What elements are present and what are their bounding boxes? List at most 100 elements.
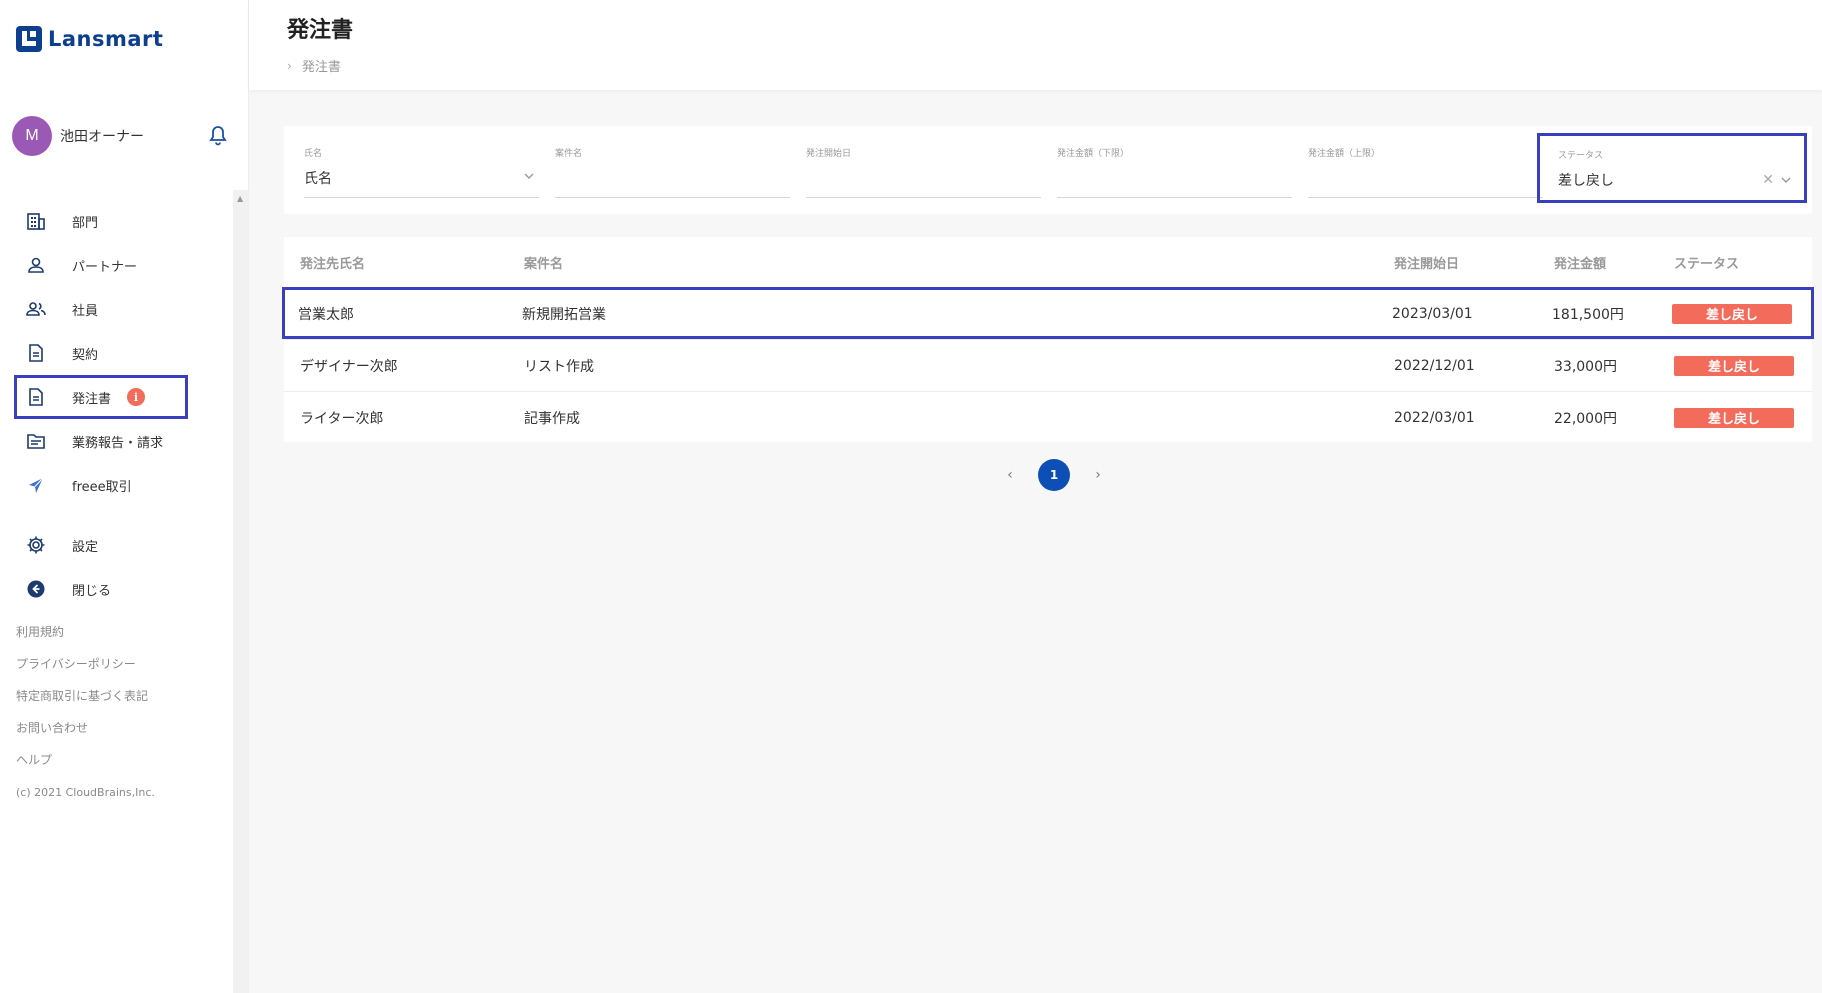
sidebar-item-departments[interactable]: 部門 [0, 199, 233, 243]
field-label: 案件名 [555, 149, 583, 159]
footer-links: 利用規約 プライバシーポリシー 特定商取引に基づく表記 お問い合わせ ヘルプ (… [16, 624, 155, 799]
table-row[interactable]: 営業太郎 新規開拓営業 2023/03/01 181,500円 差し戻し [282, 287, 1814, 339]
field-value: 差し戻し [1558, 173, 1614, 189]
sidebar-item-close[interactable]: 閉じる [0, 567, 233, 611]
cell-start-date: 2022/03/01 [1394, 409, 1475, 426]
sidebar-item-label: 設定 [72, 539, 99, 555]
filter-panel: 氏名 氏名 案件名 発注開始日 発注金額（下限） 発注金額（上限） ステータス … [284, 126, 1812, 214]
column-header-status: ステータス [1674, 256, 1740, 272]
document-icon [24, 341, 48, 365]
cell-start-date: 2023/03/01 [1392, 305, 1473, 322]
people-icon [24, 297, 48, 321]
scroll-up-icon[interactable]: ▲ [237, 194, 243, 203]
cell-partner-name: 営業太郎 [298, 306, 354, 323]
sidebar-item-label: 閉じる [72, 583, 112, 599]
table-row[interactable]: デザイナー次郎 リスト作成 2022/12/01 33,000円 差し戻し [284, 339, 1812, 391]
page-number-button[interactable]: 1 [1038, 459, 1070, 491]
start-date-input[interactable]: 発注開始日 [806, 146, 1041, 198]
next-page-icon[interactable]: › [1088, 467, 1108, 483]
user-name: 池田オーナー [60, 129, 144, 145]
status-badge: 差し戻し [1674, 355, 1794, 376]
field-label: 発注金額（下限） [1057, 149, 1130, 159]
sidebar-item-reports-billing[interactable]: 業務報告・請求 [0, 419, 233, 463]
field-label: 発注金額（上限） [1308, 149, 1381, 159]
folder-icon [24, 429, 48, 453]
breadcrumb-item[interactable]: 発注書 [302, 56, 341, 75]
cell-project: リスト作成 [524, 358, 594, 375]
cell-amount: 33,000円 [1554, 358, 1617, 375]
status-badge: 差し戻し [1674, 407, 1794, 428]
column-header-partner-name: 発注先氏名 [300, 256, 366, 272]
sidebar-scrollbar[interactable]: ▲ [233, 190, 249, 993]
cell-project: 新規開拓営業 [522, 306, 606, 323]
user-profile[interactable]: M 池田オーナー [12, 116, 230, 156]
sidebar-nav: 部門 パートナー 社員 契約 発注書 i 業務報告・請求 freee取引 設定 … [0, 199, 233, 611]
project-name-input[interactable]: 案件名 [555, 146, 790, 198]
cell-amount: 181,500円 [1552, 306, 1624, 323]
copyright: (c) 2021 CloudBrains,Inc. [16, 786, 155, 799]
person-icon [24, 253, 48, 277]
brand-name: Lansmart [48, 27, 164, 51]
status-select[interactable]: ステータス 差し戻し ✕ [1537, 133, 1807, 203]
cell-partner-name: デザイナー次郎 [300, 358, 398, 375]
sidebar-item-partners[interactable]: パートナー [0, 243, 233, 287]
chevron-right-icon: › [287, 58, 292, 73]
building-icon [24, 209, 48, 233]
chevron-down-icon [524, 173, 534, 179]
privacy-policy-link[interactable]: プライバシーポリシー [16, 656, 155, 688]
sidebar-item-label: 発注書 [72, 391, 112, 407]
sidebar: Lansmart M 池田オーナー ▲ 部門 パートナー 社員 契約 発注書 i… [0, 0, 249, 993]
sidebar-item-label: 部門 [72, 215, 99, 231]
sidebar-item-employees[interactable]: 社員 [0, 287, 233, 331]
field-label: ステータス [1558, 151, 1604, 161]
page-header: 発注書 › 発注書 [249, 0, 1822, 90]
sidebar-item-contracts[interactable]: 契約 [0, 331, 233, 375]
sidebar-item-settings[interactable]: 設定 [0, 523, 233, 567]
status-badge: 差し戻し [1672, 303, 1792, 324]
cell-project: 記事作成 [524, 410, 580, 427]
table-row[interactable]: ライター次郎 記事作成 2022/03/01 22,000円 差し戻し [284, 391, 1812, 443]
table-header: 発注先氏名 案件名 発注開始日 発注金額 ステータス [284, 237, 1812, 287]
cell-status: 差し戻し [1674, 407, 1794, 428]
sidebar-item-freee[interactable]: freee取引 [0, 463, 233, 507]
help-link[interactable]: ヘルプ [16, 752, 155, 784]
breadcrumb: › 発注書 [287, 56, 341, 76]
purchase-orders-table: 発注先氏名 案件名 発注開始日 発注金額 ステータス 営業太郎 新規開拓営業 2… [282, 237, 1814, 443]
prev-page-icon[interactable]: ‹ [1000, 467, 1020, 483]
sidebar-item-purchase-orders[interactable]: 発注書 i [14, 375, 188, 419]
chevron-down-icon[interactable] [1780, 174, 1792, 186]
sidebar-item-label: 業務報告・請求 [72, 435, 164, 451]
arrow-left-circle-icon [24, 577, 48, 601]
clear-icon[interactable]: ✕ [1762, 172, 1774, 188]
bell-icon[interactable] [206, 124, 230, 148]
amount-min-input[interactable]: 発注金額（下限） [1057, 146, 1292, 198]
column-header-project: 案件名 [524, 256, 564, 272]
column-header-amount: 発注金額 [1554, 256, 1607, 272]
terms-link[interactable]: 利用規約 [16, 624, 155, 656]
avatar[interactable]: M [12, 116, 52, 156]
cell-amount: 22,000円 [1554, 410, 1617, 427]
field-label: 発注開始日 [806, 149, 852, 159]
sidebar-item-label: freee取引 [72, 479, 132, 495]
sidebar-item-label: 契約 [72, 347, 99, 363]
document-icon [24, 385, 48, 409]
logo[interactable]: Lansmart [16, 26, 163, 52]
field-label: 氏名 [304, 149, 323, 159]
info-badge: i [127, 388, 146, 406]
cell-status: 差し戻し [1672, 303, 1792, 324]
cell-partner-name: ライター次郎 [300, 410, 384, 427]
freee-icon [24, 473, 48, 497]
sidebar-item-label: 社員 [72, 303, 99, 319]
column-header-start-date: 発注開始日 [1394, 256, 1460, 272]
cell-status: 差し戻し [1674, 355, 1794, 376]
lansmart-logo-icon [16, 26, 42, 52]
contact-link[interactable]: お問い合わせ [16, 720, 155, 752]
name-select[interactable]: 氏名 氏名 [304, 146, 539, 198]
pagination: ‹ 1 › [1000, 459, 1108, 491]
amount-max-input[interactable]: 発注金額（上限） [1308, 146, 1543, 198]
commercial-transactions-link[interactable]: 特定商取引に基づく表記 [16, 688, 155, 720]
cell-start-date: 2022/12/01 [1394, 357, 1475, 374]
sidebar-item-label: パートナー [72, 259, 138, 275]
gear-icon [24, 533, 48, 557]
